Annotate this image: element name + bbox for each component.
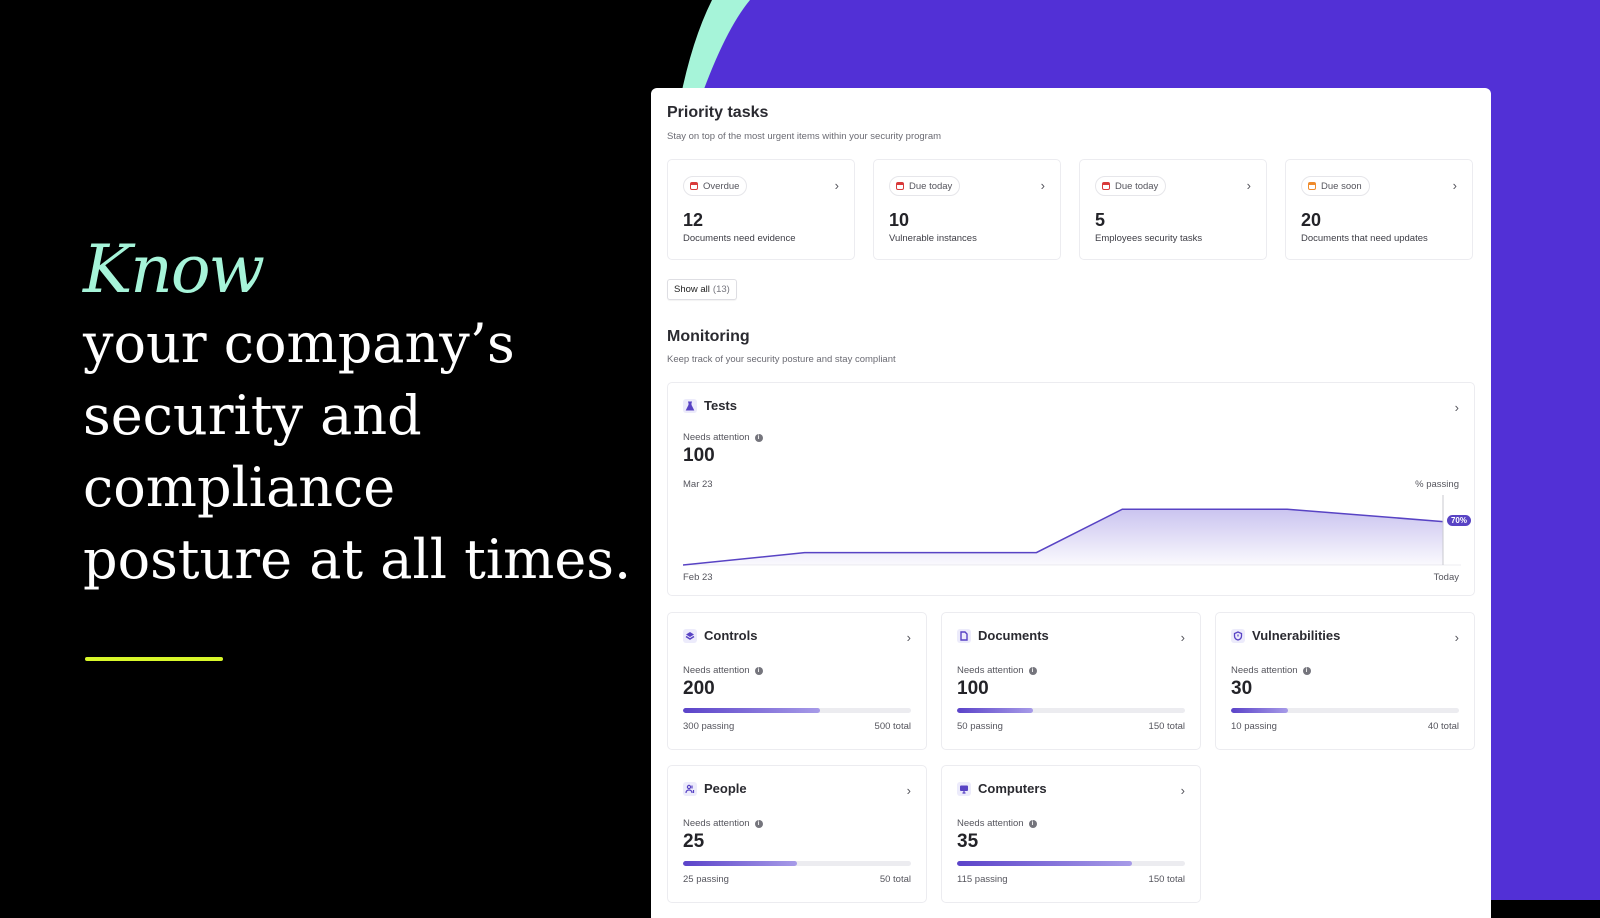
monitoring-title: Monitoring — [667, 328, 750, 345]
accent-divider — [85, 657, 223, 661]
task-label: Vulnerable instances — [889, 233, 977, 244]
passing-count: 10 passing — [1231, 721, 1277, 732]
needs-attention-value: 30 — [1231, 678, 1253, 699]
passing-count: 300 passing — [683, 721, 735, 732]
tests-chart — [683, 495, 1461, 566]
priority-card-vulnerable-instances[interactable]: Due today › 10 Vulnerable instances — [873, 159, 1061, 260]
chart-top-left-label: Mar 23 — [683, 479, 713, 490]
total-count: 150 total — [1148, 721, 1185, 732]
people-card[interactable]: People › Needs attention i 25 25 passing … — [667, 765, 927, 903]
needs-attention-value: 100 — [957, 678, 989, 699]
shield-icon — [1231, 628, 1245, 643]
info-icon: i — [754, 819, 763, 828]
controls-card[interactable]: Controls › Needs attention i 200 300 pass… — [667, 612, 927, 750]
chevron-right-icon: › — [1180, 630, 1185, 645]
chevron-right-icon: › — [1246, 178, 1251, 193]
calendar-icon — [690, 182, 698, 190]
passing-count: 50 passing — [957, 721, 1003, 732]
vulnerabilities-card[interactable]: Vulnerabilities › Needs attention i 30 10… — [1215, 612, 1475, 750]
priority-subtitle: Stay on top of the most urgent items wit… — [667, 131, 942, 142]
status-badge: Due today — [1095, 176, 1167, 196]
hero-line: your company’s — [83, 312, 515, 375]
task-count: 10 — [889, 210, 910, 230]
status-badge: Due soon — [1301, 176, 1370, 196]
info-icon: i — [1028, 666, 1037, 675]
status-badge: Overdue — [683, 176, 748, 196]
people-icon — [683, 781, 697, 796]
monitoring-subtitle: Keep track of your security posture and … — [667, 354, 896, 365]
dashboard-panel: Priority tasks Stay on top of the most u… — [651, 88, 1491, 918]
progress-bar — [683, 861, 911, 866]
progress-fill — [1231, 708, 1288, 713]
show-all-button[interactable]: Show all (13) — [667, 279, 737, 300]
chevron-right-icon: › — [906, 630, 911, 645]
chart-x-end-label: Today — [1433, 572, 1459, 583]
chevron-right-icon: › — [834, 178, 839, 193]
total-count: 150 total — [1148, 874, 1185, 885]
chevron-right-icon: › — [1040, 178, 1045, 193]
computer-icon — [957, 781, 971, 796]
progress-fill — [957, 861, 1132, 866]
info-icon: i — [754, 666, 763, 675]
flask-icon — [683, 398, 697, 413]
progress-bar — [1231, 708, 1459, 713]
task-label: Documents that need updates — [1301, 233, 1428, 244]
total-count: 500 total — [874, 721, 911, 732]
hero-headline: Know your company’s security and complia… — [83, 232, 643, 596]
task-label: Documents need evidence — [683, 233, 796, 244]
progress-fill — [683, 861, 797, 866]
status-badge: Due today — [889, 176, 961, 196]
current-value-tag: 70% — [1446, 514, 1471, 526]
needs-attention-value: 25 — [683, 831, 705, 852]
priority-card-employee-tasks[interactable]: Due today › 5 Employees security tasks — [1079, 159, 1267, 260]
card-header: Tests — [683, 398, 737, 413]
calendar-icon — [1102, 182, 1110, 190]
priority-card-document-updates[interactable]: Due soon › 20 Documents that need update… — [1285, 159, 1473, 260]
calendar-icon — [896, 182, 904, 190]
passing-count: 25 passing — [683, 874, 729, 885]
needs-attention-value: 100 — [683, 445, 715, 466]
tests-card[interactable]: Tests › Needs attention i 100 Mar 23 % pa… — [667, 382, 1475, 596]
controls-icon — [683, 628, 697, 643]
progress-bar — [957, 861, 1185, 866]
info-icon: i — [754, 433, 763, 442]
chevron-right-icon: › — [1454, 400, 1459, 415]
chart-x-start-label: Feb 23 — [683, 572, 713, 583]
calendar-icon — [1308, 182, 1316, 190]
progress-bar — [957, 708, 1185, 713]
chevron-right-icon: › — [906, 783, 911, 798]
needs-attention-value: 35 — [957, 831, 979, 852]
documents-card[interactable]: Documents › Needs attention i 100 50 pass… — [941, 612, 1201, 750]
progress-fill — [683, 708, 820, 713]
chevron-right-icon: › — [1180, 783, 1185, 798]
info-icon: i — [1302, 666, 1311, 675]
chevron-right-icon: › — [1452, 178, 1457, 193]
hero-line: compliance — [83, 456, 396, 519]
hero-emphasis: Know — [83, 231, 265, 308]
passing-count: 115 passing — [957, 874, 1008, 885]
info-icon: i — [1028, 819, 1037, 828]
hero-line: posture at all times. — [83, 528, 632, 591]
priority-card-overdue[interactable]: Overdue › 12 Documents need evidence — [667, 159, 855, 260]
task-count: 5 — [1095, 210, 1106, 230]
task-count: 12 — [683, 210, 704, 230]
needs-attention-label: Needs attention i — [683, 432, 763, 443]
total-count: 50 total — [879, 874, 911, 885]
chart-area — [683, 509, 1443, 565]
computers-card[interactable]: Computers › Needs attention i 35 115 pass… — [941, 765, 1201, 903]
task-count: 20 — [1301, 210, 1322, 230]
progress-fill — [957, 708, 1033, 713]
document-icon — [957, 628, 971, 643]
chart-top-right-label: % passing — [1415, 479, 1459, 490]
needs-attention-value: 200 — [683, 678, 715, 699]
hero-line: security and — [83, 384, 422, 447]
priority-title: Priority tasks — [667, 104, 769, 121]
progress-bar — [683, 708, 911, 713]
chevron-right-icon: › — [1454, 630, 1459, 645]
total-count: 40 total — [1427, 721, 1459, 732]
task-label: Employees security tasks — [1095, 233, 1203, 244]
